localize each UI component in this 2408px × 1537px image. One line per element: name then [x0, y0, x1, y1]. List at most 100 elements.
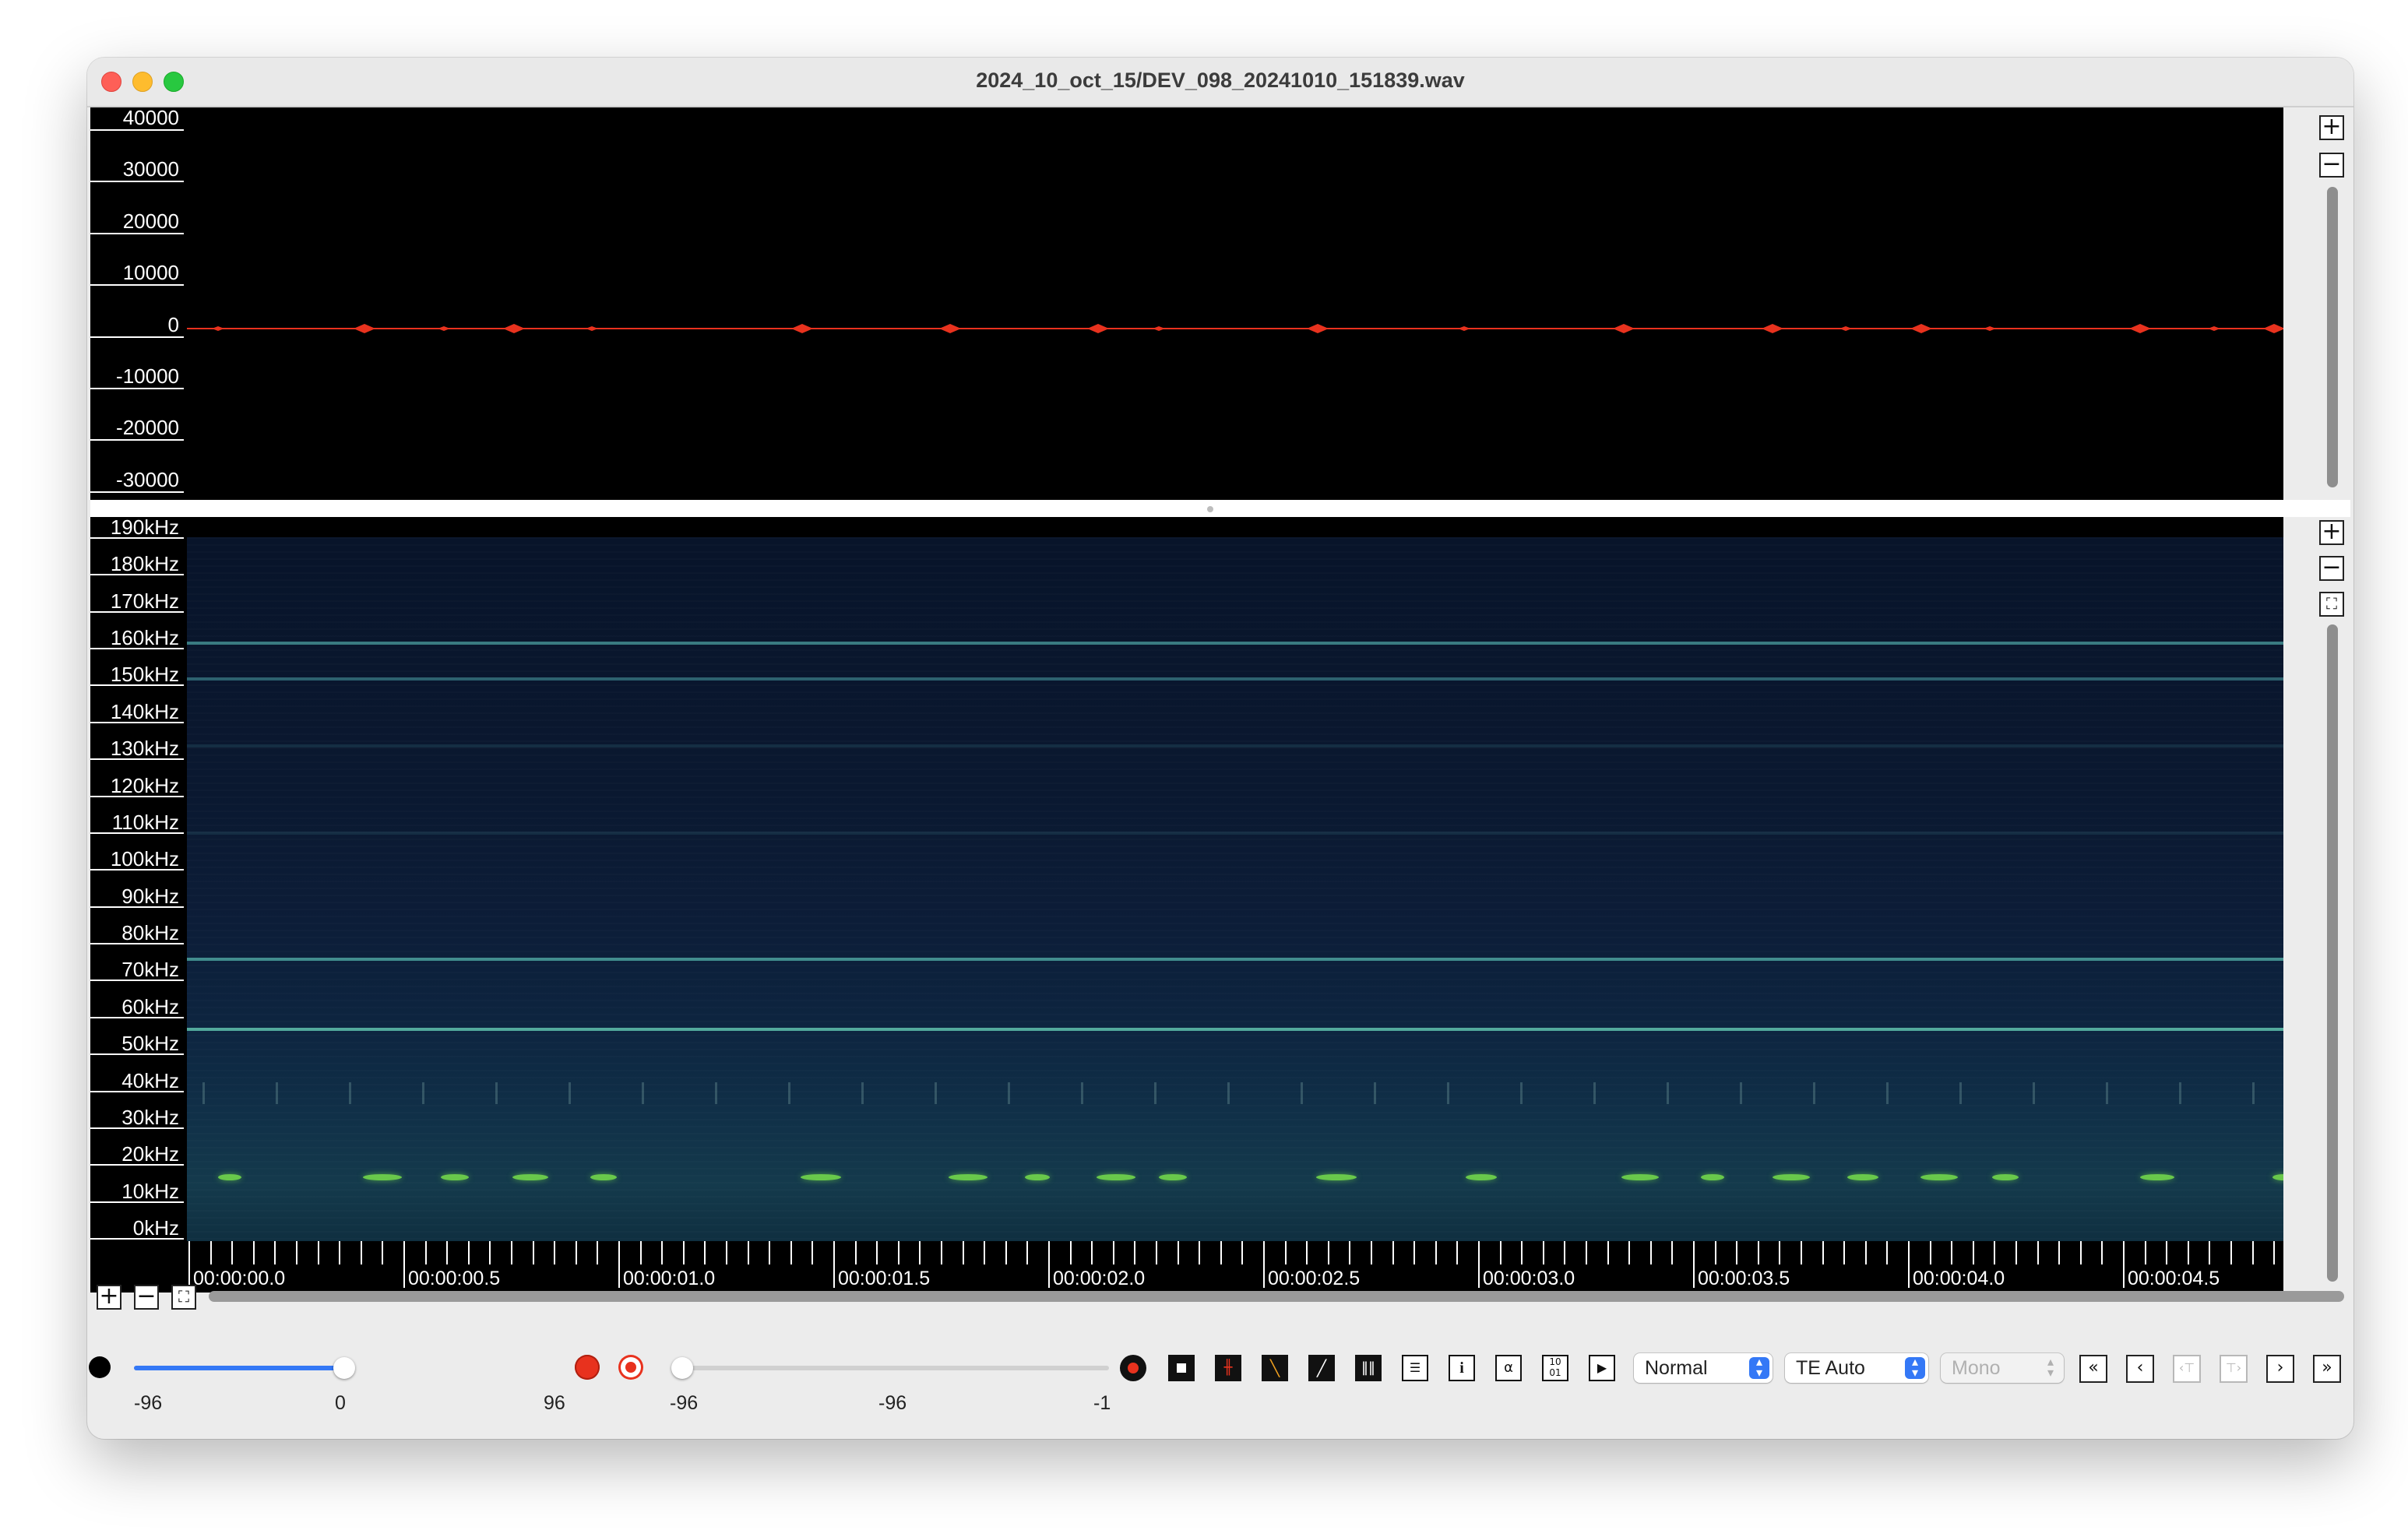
waveform-panel[interactable]: 40000 30000 20000 10000 0 -10000 -20000 -30000	[90, 106, 2283, 500]
time-minor-tick	[339, 1241, 341, 1264]
time-minor-tick	[511, 1241, 512, 1264]
record-gain-min-label: -96	[670, 1392, 699, 1414]
waveform-zoom-in-button[interactable]: +	[2319, 115, 2344, 140]
constant-tone-band	[187, 744, 2283, 747]
frequency-tick-label: 60kHz	[121, 994, 179, 1018]
spectrogram-panel[interactable]: 190kHz 180kHz 170kHz 160kHz 150kHz 140kHz 130k…	[90, 515, 2283, 1293]
time-minor-tick	[1779, 1241, 1781, 1264]
time-minor-tick	[2166, 1241, 2168, 1264]
time-minor-tick	[532, 1241, 534, 1264]
te-select[interactable]: TE Auto ▴ ▾	[1785, 1353, 1928, 1383]
frequency-tick-label: 140kHz	[110, 699, 179, 723]
waveform-burst	[1839, 326, 1852, 331]
time-minor-tick	[2230, 1241, 2232, 1264]
pencil-tool-button[interactable]: ╲	[1262, 1355, 1288, 1381]
time-minor-tick	[682, 1241, 685, 1264]
horizontal-zoom-fit-button[interactable]: ⛶	[171, 1285, 196, 1310]
channel-select-chevron-icon: ▴ ▾	[2047, 1356, 2054, 1380]
record-icon[interactable]	[575, 1355, 600, 1380]
time-minor-tick	[1628, 1241, 1631, 1264]
record-arm-button[interactable]	[1120, 1355, 1146, 1381]
channel-select[interactable]: Mono ▴ ▾	[1941, 1353, 2064, 1383]
time-minor-tick	[1736, 1241, 1738, 1264]
spectrogram-zoom-fit-button[interactable]: ⛶	[2319, 592, 2344, 617]
spectrogram-zoom-out-button[interactable]: −	[2319, 556, 2344, 581]
time-minor-tick	[1564, 1241, 1566, 1264]
time-major-tick	[1263, 1241, 1265, 1288]
time-minor-tick	[790, 1241, 792, 1264]
click-tick	[495, 1082, 498, 1104]
previous-button[interactable]: ‹	[2126, 1355, 2154, 1383]
window-title: 2024_10_oct_15/DEV_098_20241010_151839.w…	[976, 69, 1465, 92]
binary-button[interactable]: 10 01	[1542, 1355, 1568, 1381]
go-to-end-button[interactable]: »	[2313, 1355, 2341, 1383]
amplitude-tick-label: 30000	[122, 157, 179, 181]
go-to-start-button[interactable]: «	[2079, 1355, 2107, 1383]
playback-gain-knob[interactable]	[333, 1357, 355, 1379]
time-minor-tick	[726, 1241, 727, 1264]
slope-tool-button[interactable]: ╱	[1308, 1355, 1335, 1381]
time-major-tick	[1478, 1241, 1480, 1288]
click-tick	[788, 1082, 790, 1104]
previous-marker-button[interactable]: ‹⊤	[2173, 1355, 2201, 1383]
info-button[interactable]: i	[1449, 1355, 1475, 1381]
frequency-tick-mark	[90, 943, 184, 945]
play-indicator-icon[interactable]	[89, 1356, 111, 1378]
panel-splitter[interactable]	[90, 500, 2350, 517]
waveform-burst	[791, 324, 813, 333]
time-minor-tick	[1521, 1241, 1523, 1264]
bars-tool-button[interactable]: ‖‖	[1355, 1355, 1382, 1381]
alpha-button[interactable]: α	[1495, 1355, 1522, 1381]
time-minor-tick	[2209, 1241, 2211, 1264]
spectrum-tool-button[interactable]: ╫	[1215, 1355, 1241, 1381]
time-minor-tick	[984, 1241, 986, 1264]
constant-tone-band	[187, 958, 2283, 961]
waveform-burst	[2208, 326, 2220, 331]
amplitude-tick-mark	[90, 284, 184, 287]
list-icon: ☰	[1409, 1360, 1421, 1375]
record-gain-slider[interactable]	[682, 1366, 1109, 1370]
next-marker-button[interactable]: ⊤›	[2220, 1355, 2248, 1383]
vocalization-call	[590, 1174, 617, 1180]
next-button[interactable]: ›	[2266, 1355, 2294, 1383]
spectrogram-vertical-scrollbar[interactable]	[2327, 624, 2338, 1282]
spectrogram-image[interactable]	[187, 537, 2283, 1241]
horizontal-zoom-out-button[interactable]: −	[134, 1285, 159, 1310]
click-tick	[1081, 1082, 1083, 1104]
time-minor-tick	[1199, 1241, 1201, 1264]
time-minor-tick	[2144, 1241, 2146, 1264]
vocalization-call	[949, 1174, 987, 1180]
time-minor-tick	[252, 1241, 255, 1264]
time-major-tick	[1048, 1241, 1050, 1288]
time-minor-tick	[360, 1241, 362, 1264]
frequency-tick-mark	[90, 1164, 184, 1166]
amplitude-tick-mark	[90, 439, 184, 441]
time-minor-tick	[1371, 1241, 1372, 1264]
vocalization-call	[512, 1174, 548, 1180]
record-gain-knob[interactable]	[671, 1357, 693, 1379]
waveform-zoom-out-button[interactable]: −	[2319, 153, 2344, 178]
mode-select[interactable]: Normal ▴ ▾	[1634, 1353, 1773, 1383]
time-minor-tick	[661, 1241, 664, 1264]
stop-button[interactable]	[1168, 1355, 1195, 1381]
horizontal-zoom-in-button[interactable]: +	[97, 1285, 121, 1310]
list-tool-button[interactable]: ☰	[1402, 1355, 1428, 1381]
frequency-tick-mark	[90, 648, 184, 650]
horizontal-scrollbar[interactable]	[209, 1291, 2344, 1302]
spectrogram-zoom-in-button[interactable]: +	[2319, 520, 2344, 545]
waveform-burst	[1307, 324, 1329, 333]
click-tick	[861, 1082, 864, 1104]
frequency-tick-mark	[90, 1201, 184, 1203]
amplitude-tick-label: 20000	[122, 209, 179, 233]
play-selection-button[interactable]: ▶	[1589, 1355, 1615, 1381]
click-tick	[422, 1082, 424, 1104]
splitter-handle[interactable]	[1207, 506, 1213, 512]
waveform-vertical-scrollbar[interactable]	[2327, 187, 2338, 487]
click-tick	[1667, 1082, 1669, 1104]
amplitude-tick-mark	[90, 232, 184, 234]
time-minor-tick	[1413, 1241, 1416, 1264]
vocalization-call	[2272, 1174, 2283, 1180]
record-monitor-icon[interactable]	[618, 1355, 643, 1380]
time-tick-label: 00:00:04.0	[1913, 1268, 2005, 1289]
time-tick-label: 00:00:02.5	[1268, 1268, 1361, 1289]
